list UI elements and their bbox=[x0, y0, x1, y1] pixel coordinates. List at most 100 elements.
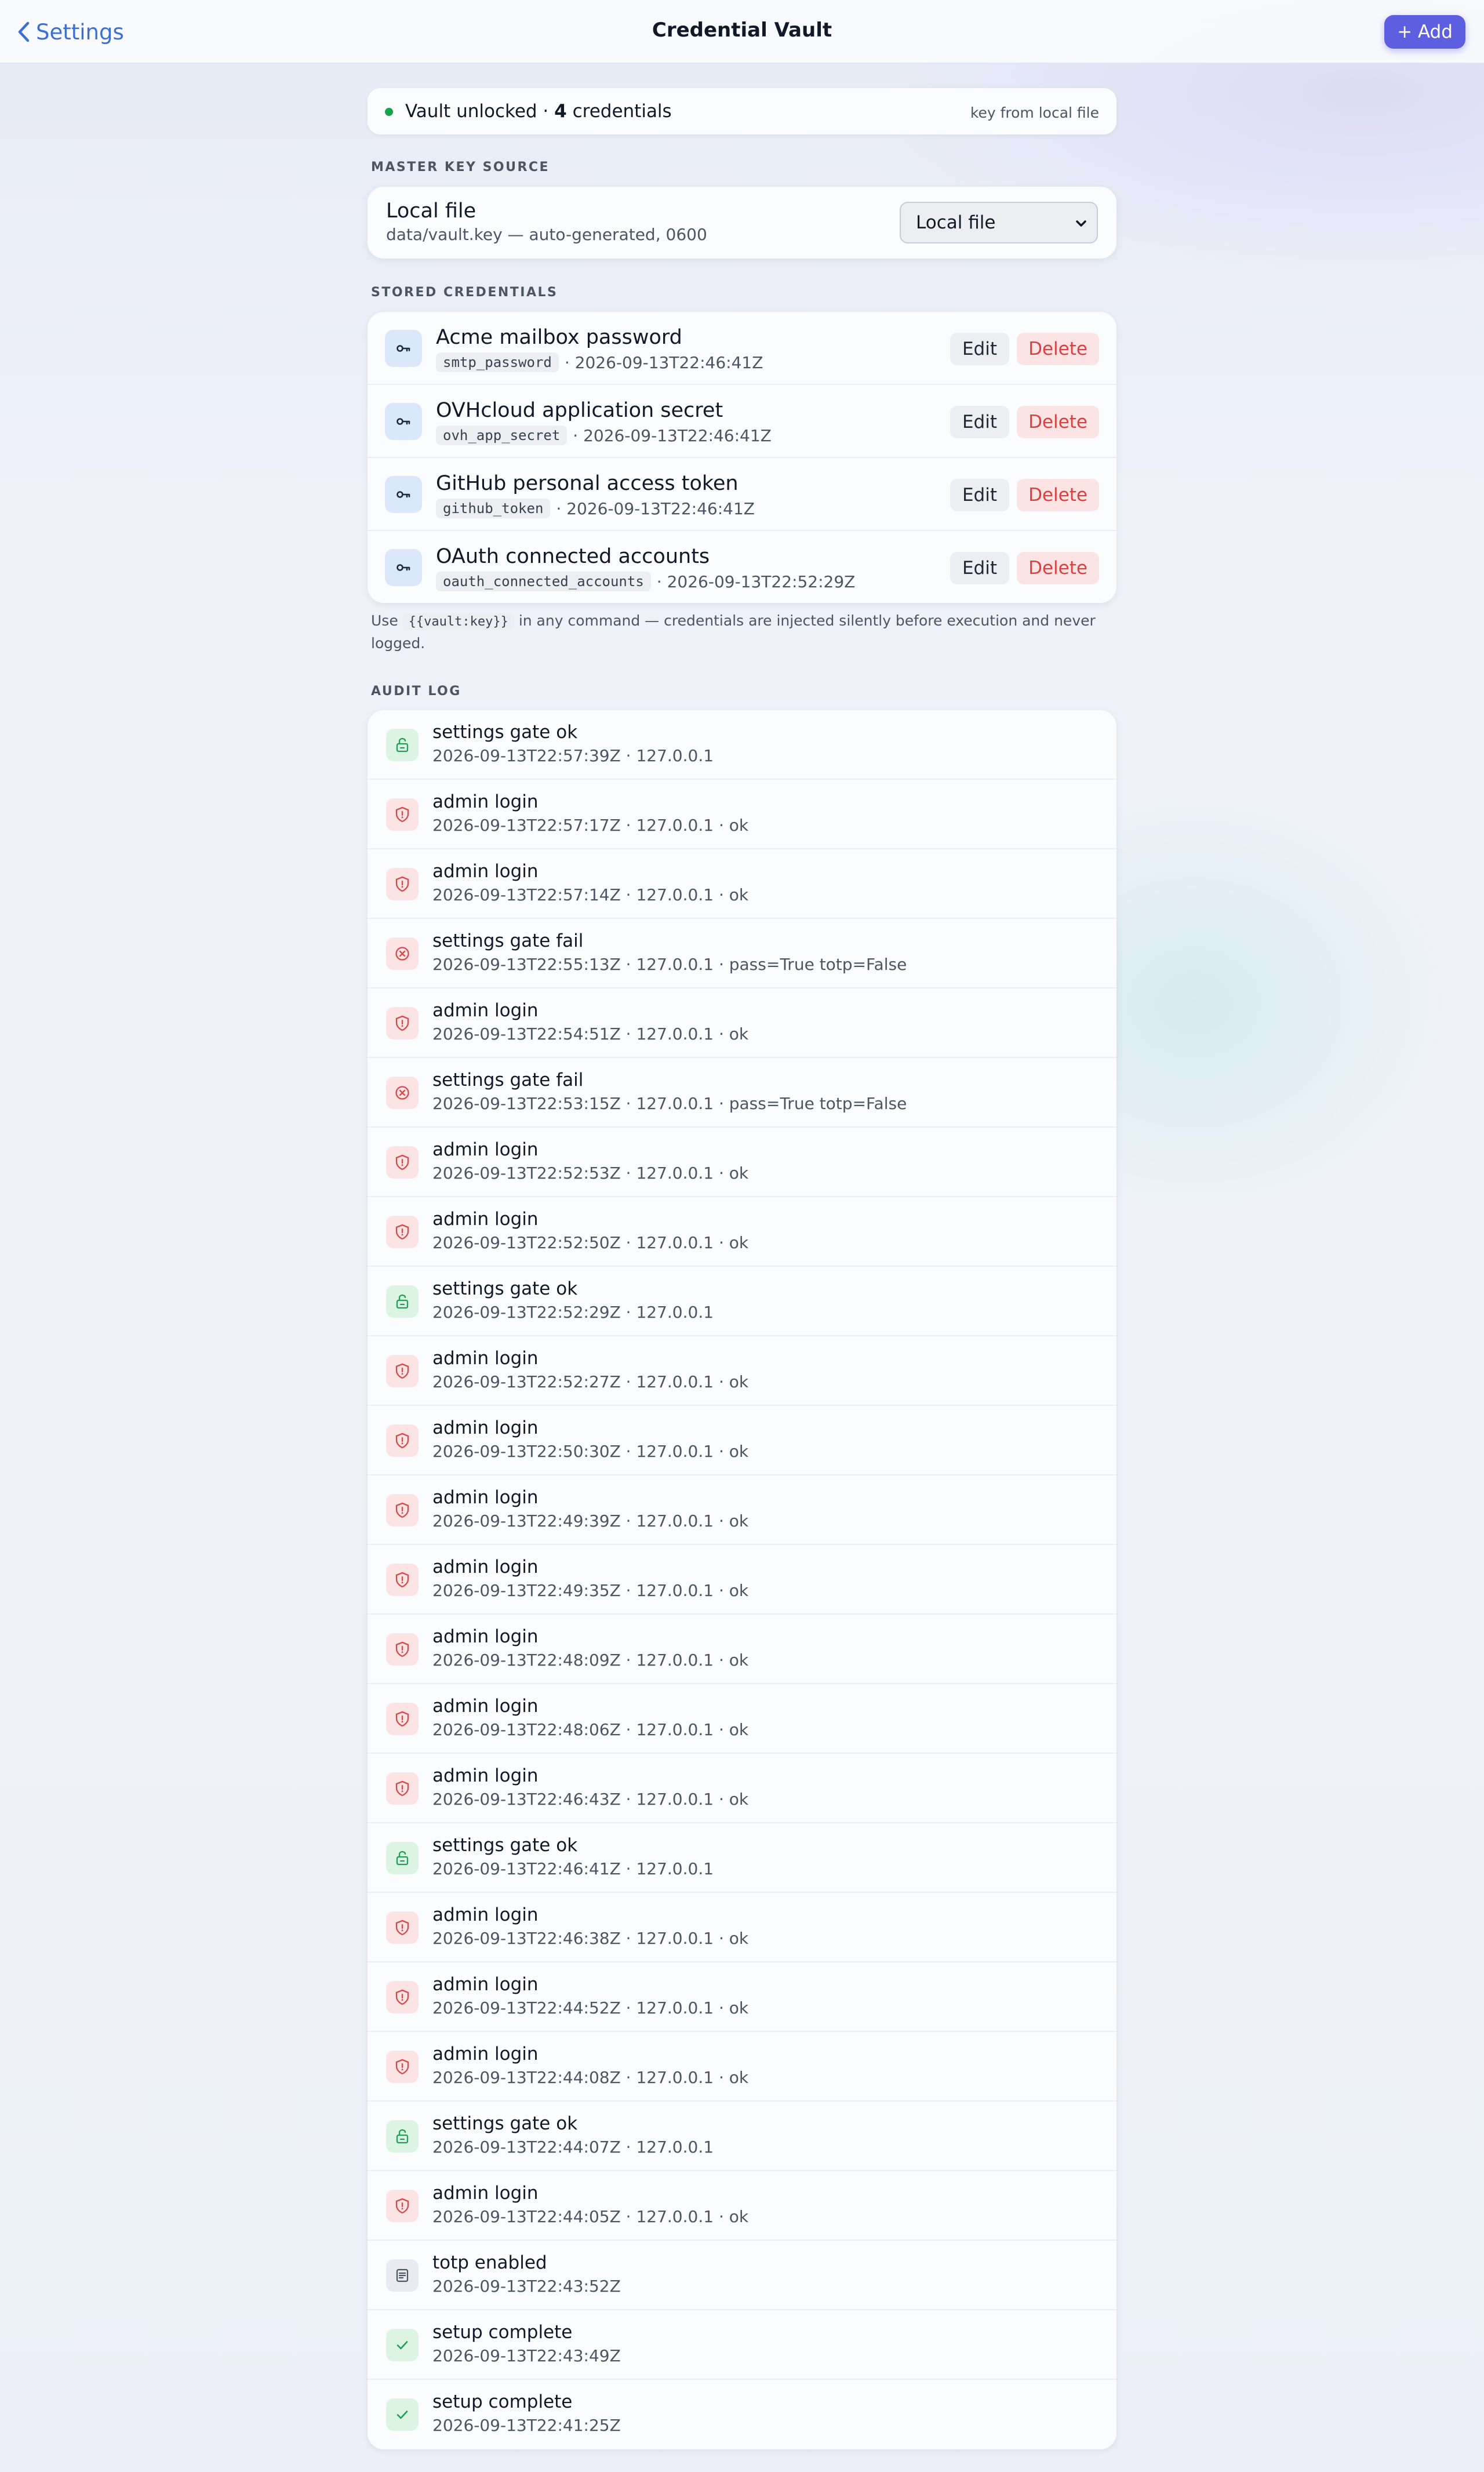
hint-before: Use bbox=[371, 612, 398, 629]
audit-event-meta: 2026-09-13T22:43:49Z bbox=[432, 2346, 621, 2365]
audit-log-row: admin login 2026-09-13T22:46:43Z · 127.0.… bbox=[368, 1754, 1116, 1823]
audit-log-row: admin login 2026-09-13T22:54:51Z · 127.0.… bbox=[368, 988, 1116, 1058]
shield-alert-icon bbox=[386, 1007, 419, 1039]
audit-event-title: admin login bbox=[432, 1974, 539, 1995]
edit-button[interactable]: Edit bbox=[950, 333, 1009, 365]
credential-meta: smtp_password · 2026-09-13T22:46:41Z bbox=[436, 352, 763, 372]
key-icon bbox=[385, 476, 422, 513]
master-key-section-label: MASTER KEY SOURCE bbox=[371, 160, 550, 175]
audit-event-meta: 2026-09-13T22:57:39Z · 127.0.0.1 bbox=[432, 746, 714, 765]
audit-event-meta: 2026-09-13T22:50:30Z · 127.0.0.1 · ok bbox=[432, 1442, 749, 1461]
audit-event-title: admin login bbox=[432, 1696, 539, 1717]
delete-button[interactable]: Delete bbox=[1017, 479, 1099, 511]
page-title: Credential Vault bbox=[652, 19, 832, 42]
shield-alert-icon bbox=[386, 1703, 419, 1735]
credential-updated: · 2026-09-13T22:46:41Z bbox=[556, 499, 755, 518]
shield-alert-icon bbox=[386, 798, 419, 831]
audit-event-title: settings gate fail bbox=[432, 1070, 584, 1090]
audit-event-meta: 2026-09-13T22:55:13Z · 127.0.0.1 · pass=… bbox=[432, 955, 907, 974]
audit-event-title: admin login bbox=[432, 2183, 539, 2204]
audit-event-title: admin login bbox=[432, 1139, 539, 1160]
audit-log-row: settings gate ok 2026-09-13T22:57:39Z · 1… bbox=[368, 710, 1116, 780]
audit-event-meta: 2026-09-13T22:43:52Z bbox=[432, 2277, 621, 2296]
audit-log-section-label: AUDIT LOG bbox=[371, 684, 461, 699]
lock-open-icon bbox=[386, 2120, 419, 2153]
delete-button[interactable]: Delete bbox=[1017, 552, 1099, 584]
credentials-card: Acme mailbox password smtp_password · 2026… bbox=[368, 312, 1116, 603]
audit-event-title: admin login bbox=[432, 1348, 539, 1369]
credential-row: Acme mailbox password smtp_password · 2026… bbox=[368, 312, 1116, 385]
vault-usage-hint: Use {{vault:key}} in any command — crede… bbox=[371, 610, 1119, 654]
audit-event-title: settings gate ok bbox=[432, 1835, 578, 1856]
audit-event-title: admin login bbox=[432, 1765, 539, 1786]
shield-alert-icon bbox=[386, 1216, 419, 1248]
shield-alert-icon bbox=[386, 1981, 419, 2013]
audit-event-title: settings gate ok bbox=[432, 722, 578, 743]
audit-log-row: admin login 2026-09-13T22:44:08Z · 127.0.… bbox=[368, 2032, 1116, 2102]
edit-button[interactable]: Edit bbox=[950, 552, 1009, 584]
audit-event-title: admin login bbox=[432, 1626, 539, 1647]
audit-log-row: admin login 2026-09-13T22:57:17Z · 127.0.… bbox=[368, 780, 1116, 849]
lock-open-icon bbox=[386, 1285, 419, 1318]
audit-event-meta: 2026-09-13T22:53:15Z · 127.0.0.1 · pass=… bbox=[432, 1094, 907, 1113]
shield-alert-icon bbox=[386, 1355, 419, 1387]
audit-event-title: admin login bbox=[432, 1487, 539, 1508]
audit-event-meta: 2026-09-13T22:52:27Z · 127.0.0.1 · ok bbox=[432, 1372, 749, 1391]
edit-button[interactable]: Edit bbox=[950, 479, 1009, 511]
add-credential-button[interactable]: + Add bbox=[1384, 15, 1465, 49]
audit-log-row: settings gate ok 2026-09-13T22:46:41Z · 1… bbox=[368, 1823, 1116, 1893]
audit-event-meta: 2026-09-13T22:49:35Z · 127.0.0.1 · ok bbox=[432, 1581, 749, 1600]
audit-event-title: admin login bbox=[432, 1904, 539, 1925]
audit-log-row: settings gate ok 2026-09-13T22:52:29Z · 1… bbox=[368, 1267, 1116, 1336]
credential-name: OVHcloud application secret bbox=[436, 399, 723, 422]
master-key-source-select[interactable]: Local file bbox=[900, 202, 1098, 243]
vault-placeholder-code: {{vault:key}} bbox=[402, 613, 514, 630]
audit-event-meta: 2026-09-13T22:52:50Z · 127.0.0.1 · ok bbox=[432, 1233, 749, 1252]
audit-log-row: admin login 2026-09-13T22:48:09Z · 127.0.… bbox=[368, 1615, 1116, 1684]
audit-event-meta: 2026-09-13T22:46:43Z · 127.0.0.1 · ok bbox=[432, 1790, 749, 1809]
shield-alert-icon bbox=[386, 1633, 419, 1666]
audit-log-row: admin login 2026-09-13T22:49:39Z · 127.0.… bbox=[368, 1475, 1116, 1545]
check-icon bbox=[386, 2398, 419, 2431]
audit-log-row: settings gate fail 2026-09-13T22:53:15Z ·… bbox=[368, 1058, 1116, 1128]
audit-event-meta: 2026-09-13T22:54:51Z · 127.0.0.1 · ok bbox=[432, 1024, 749, 1044]
edit-button[interactable]: Edit bbox=[950, 406, 1009, 438]
audit-event-title: admin login bbox=[432, 2044, 539, 2064]
audit-log-row: settings gate fail 2026-09-13T22:55:13Z ·… bbox=[368, 919, 1116, 988]
audit-log-row: setup complete 2026-09-13T22:43:49Z bbox=[368, 2310, 1116, 2380]
credential-row: OVHcloud application secret ovh_app_secre… bbox=[368, 385, 1116, 458]
audit-event-title: admin login bbox=[432, 1209, 539, 1230]
credential-name: GitHub personal access token bbox=[436, 472, 739, 495]
top-nav-bar: Settings Credential Vault + Add bbox=[0, 0, 1484, 64]
credentials-section-label: STORED CREDENTIALS bbox=[371, 285, 558, 300]
audit-event-meta: 2026-09-13T22:44:52Z · 127.0.0.1 · ok bbox=[432, 1998, 749, 2017]
lock-open-icon bbox=[386, 729, 419, 761]
audit-event-title: totp enabled bbox=[432, 2252, 547, 2273]
master-key-title: Local file bbox=[386, 199, 477, 223]
audit-log-card: settings gate ok 2026-09-13T22:57:39Z · 1… bbox=[368, 710, 1116, 2449]
key-icon bbox=[385, 330, 422, 367]
shield-alert-icon bbox=[386, 2190, 419, 2222]
master-key-card: Local file data/vault.key — auto-generat… bbox=[368, 187, 1116, 259]
credential-updated: · 2026-09-13T22:46:41Z bbox=[573, 426, 772, 445]
audit-event-title: admin login bbox=[432, 1417, 539, 1438]
shield-alert-icon bbox=[386, 2051, 419, 2083]
vault-status-text: Vault unlocked · 4 credentials bbox=[405, 101, 672, 122]
shield-alert-icon bbox=[386, 1772, 419, 1805]
delete-button[interactable]: Delete bbox=[1017, 333, 1099, 365]
audit-event-meta: 2026-09-13T22:57:14Z · 127.0.0.1 · ok bbox=[432, 885, 749, 904]
x-circle-icon bbox=[386, 1077, 419, 1109]
delete-button[interactable]: Delete bbox=[1017, 406, 1099, 438]
credential-key: github_token bbox=[436, 499, 551, 518]
x-circle-icon bbox=[386, 937, 419, 970]
audit-log-row: admin login 2026-09-13T22:44:05Z · 127.0.… bbox=[368, 2171, 1116, 2241]
audit-event-meta: 2026-09-13T22:57:17Z · 127.0.0.1 · ok bbox=[432, 816, 749, 835]
audit-event-meta: 2026-09-13T22:52:29Z · 127.0.0.1 bbox=[432, 1303, 714, 1322]
credential-updated: · 2026-09-13T22:46:41Z bbox=[564, 352, 763, 372]
lock-open-icon bbox=[386, 1842, 419, 1874]
credential-meta: github_token · 2026-09-13T22:46:41Z bbox=[436, 499, 755, 518]
audit-event-title: admin login bbox=[432, 1557, 539, 1577]
key-icon bbox=[385, 403, 422, 440]
master-key-path: data/vault.key — auto-generated, 0600 bbox=[386, 225, 707, 244]
audit-event-meta: 2026-09-13T22:44:07Z · 127.0.0.1 bbox=[432, 2137, 714, 2157]
